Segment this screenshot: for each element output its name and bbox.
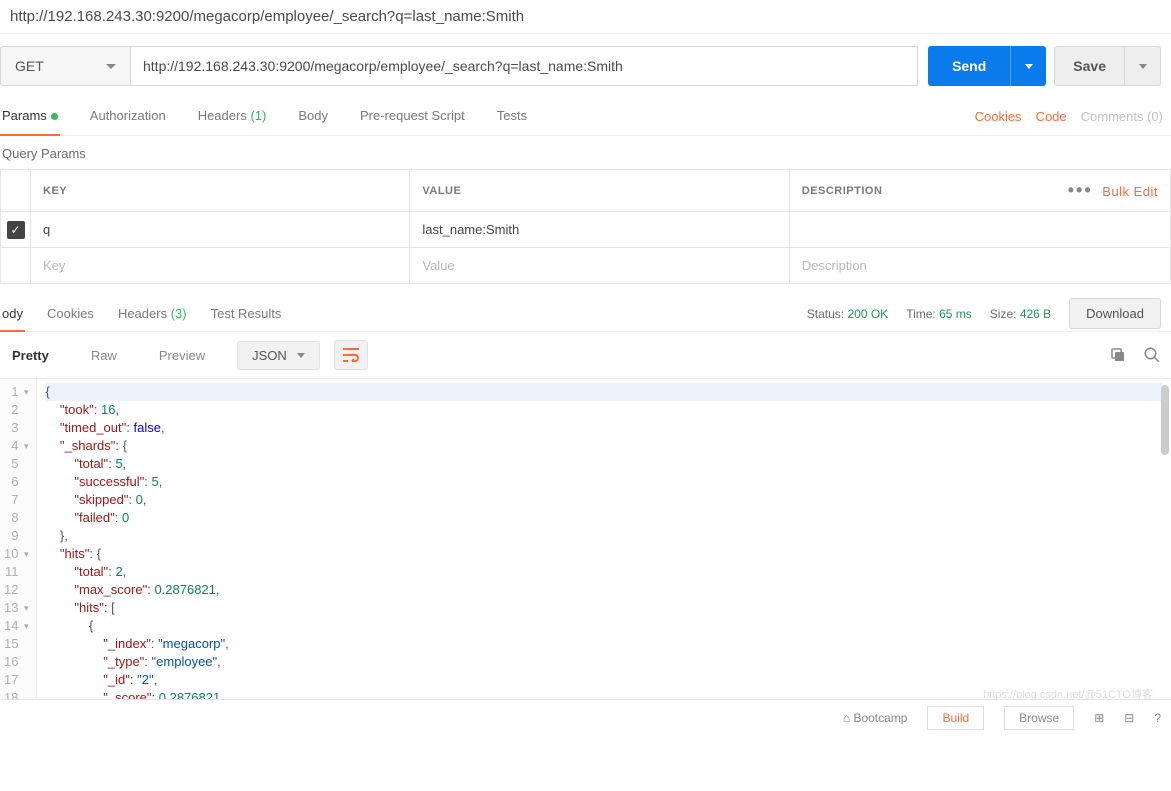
chevron-down-icon — [106, 64, 116, 69]
copy-icon[interactable] — [1109, 346, 1127, 364]
code-line: { — [45, 617, 1163, 635]
help-icon[interactable]: ? — [1154, 711, 1161, 725]
param-desc-input[interactable] — [790, 212, 1170, 247]
code-line: { — [45, 383, 1163, 401]
view-pretty[interactable]: Pretty — [4, 342, 57, 369]
url-input[interactable] — [130, 46, 918, 86]
resp-tab-headers[interactable]: Headers (3) — [116, 296, 189, 331]
code-line: "took": 16, — [45, 401, 1163, 419]
method-label: GET — [15, 58, 44, 74]
tab-params[interactable]: Params — [0, 98, 60, 135]
code-link[interactable]: Code — [1036, 109, 1067, 124]
code-line: "successful": 5, — [45, 473, 1163, 491]
param-value-input[interactable] — [410, 212, 788, 247]
download-button[interactable]: Download — [1069, 298, 1161, 329]
table-row-empty — [1, 248, 1171, 284]
code-line: "hits": [ — [45, 599, 1163, 617]
code-line: "failed": 0 — [45, 509, 1163, 527]
status-meta: Status: 200 OK — [807, 307, 888, 321]
chevron-down-icon — [297, 353, 305, 358]
view-row: Pretty Raw Preview JSON — [0, 332, 1171, 379]
table-row: ✓ — [1, 212, 1171, 248]
tab-tests[interactable]: Tests — [495, 98, 529, 135]
view-preview[interactable]: Preview — [151, 342, 213, 369]
code-line: "_shards": { — [45, 437, 1163, 455]
col-value: VALUE — [410, 170, 789, 212]
scrollbar[interactable] — [1161, 385, 1169, 455]
resp-tab-cookies[interactable]: Cookies — [45, 296, 96, 331]
code-line: "max_score": 0.2876821, — [45, 581, 1163, 599]
request-tabs: Params Authorization Headers (1) Body Pr… — [0, 98, 1171, 136]
col-description: DESCRIPTION ••• Bulk Edit — [789, 170, 1170, 212]
params-table: KEY VALUE DESCRIPTION ••• Bulk Edit ✓ — [0, 169, 1171, 284]
save-dropdown[interactable] — [1125, 46, 1161, 86]
param-desc-input[interactable] — [790, 248, 1170, 283]
bulk-edit-link[interactable]: Bulk Edit — [1102, 184, 1158, 199]
footer-icon[interactable]: ⊟ — [1124, 711, 1134, 725]
browse-tab[interactable]: Browse — [1004, 706, 1074, 730]
tab-authorization[interactable]: Authorization — [88, 98, 168, 135]
method-dropdown[interactable]: GET — [0, 46, 130, 86]
response-header: ody Cookies Headers (3) Test Results Sta… — [0, 296, 1171, 332]
view-raw[interactable]: Raw — [83, 342, 125, 369]
footer-icon[interactable]: ⊞ — [1094, 711, 1104, 725]
code-line: "hits": { — [45, 545, 1163, 563]
checkbox-checked-icon[interactable]: ✓ — [7, 221, 25, 239]
active-dot-icon — [51, 113, 58, 120]
footer: https://blog.csdn.net/@51CTO博客 ⌂ Bootcam… — [0, 699, 1171, 736]
chevron-down-icon — [1139, 64, 1147, 69]
cookies-link[interactable]: Cookies — [975, 109, 1022, 124]
request-row: GET Send Save — [0, 34, 1171, 98]
code-line: "timed_out": false, — [45, 419, 1163, 437]
wrap-lines-button[interactable] — [334, 340, 368, 370]
code-line: }, — [45, 527, 1163, 545]
code-line: "skipped": 0, — [45, 491, 1163, 509]
build-tab[interactable]: Build — [927, 706, 984, 730]
size-meta: Size: 426 B — [990, 307, 1051, 321]
save-button[interactable]: Save — [1054, 46, 1125, 86]
param-value-input[interactable] — [410, 248, 788, 283]
chevron-down-icon — [1025, 64, 1033, 69]
wrap-icon — [342, 348, 360, 362]
format-dropdown[interactable]: JSON — [237, 341, 320, 370]
tab-body[interactable]: Body — [296, 98, 330, 135]
tab-headers[interactable]: Headers (1) — [196, 98, 269, 135]
resp-tab-body[interactable]: ody — [0, 296, 25, 331]
send-button[interactable]: Send — [928, 46, 1010, 86]
query-params-label: Query Params — [0, 136, 1171, 169]
param-key-input[interactable] — [31, 248, 409, 283]
bootcamp-link[interactable]: ⌂ Bootcamp — [843, 711, 908, 725]
search-icon[interactable] — [1143, 346, 1161, 364]
more-icon[interactable]: ••• — [1062, 180, 1099, 200]
code-line: "_type": "employee", — [45, 653, 1163, 671]
resp-tab-tests[interactable]: Test Results — [209, 296, 284, 331]
response-body: 1▾234▾5678910▾111213▾14▾15161718 { "took… — [0, 379, 1171, 699]
time-meta: Time: 65 ms — [906, 307, 972, 321]
code-line: "_index": "megacorp", — [45, 635, 1163, 653]
tab-prerequest[interactable]: Pre-request Script — [358, 98, 467, 135]
send-dropdown[interactable] — [1010, 46, 1046, 86]
watermark: https://blog.csdn.net/@51CTO博客 — [983, 686, 1153, 702]
code-line: "total": 2, — [45, 563, 1163, 581]
param-key-input[interactable] — [31, 212, 409, 247]
code-line: "total": 5, — [45, 455, 1163, 473]
title-url: http://192.168.243.30:9200/megacorp/empl… — [0, 0, 1171, 34]
col-key: KEY — [31, 170, 410, 212]
comments-link[interactable]: Comments (0) — [1081, 109, 1163, 124]
